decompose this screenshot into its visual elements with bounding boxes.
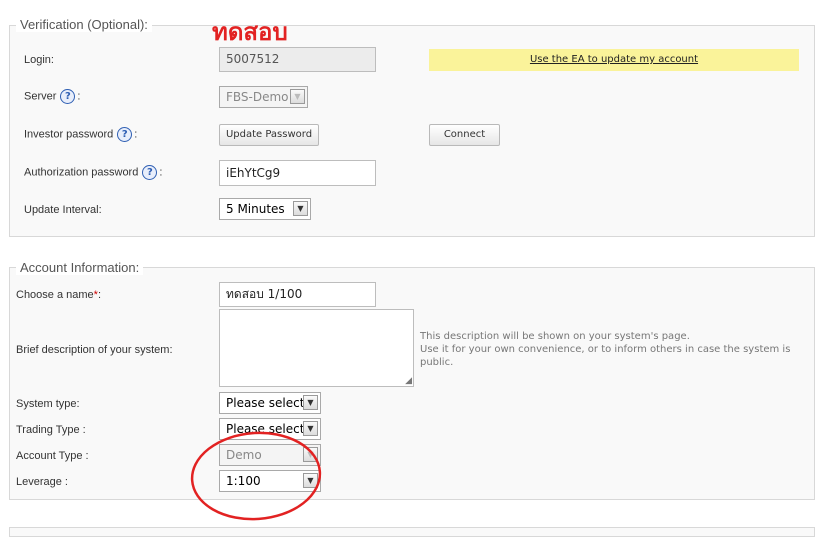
account-type-select: Demo ▼ [219,444,321,466]
update-interval-label: Update Interval: [24,204,102,216]
investor-help-icon[interactable]: ? [117,127,133,142]
authorization-password-label: Authorization password?: [24,165,162,180]
account-type-value: Demo [226,448,262,462]
authorization-password-field[interactable]: iEhYtCg9 [219,160,376,186]
server-help-icon[interactable]: ? [60,89,76,104]
name-label: Choose a name*: [16,288,101,302]
name-label-text: Choose a name [16,289,94,301]
server-label: Server?: [24,89,80,104]
server-label-text: Server [24,90,57,103]
chevron-down-icon: ▼ [303,447,318,462]
system-type-label: System type: [16,398,80,410]
trading-type-value: Please select [226,422,305,436]
update-password-button[interactable]: Update Password [219,124,319,146]
chevron-down-icon: ▼ [303,421,318,436]
annotation-text: ทดสอบ [212,17,288,46]
chevron-down-icon: ▼ [290,89,305,104]
resize-grip-icon[interactable]: ◢ [405,377,412,386]
system-type-value: Please select [226,396,305,410]
leverage-label: Leverage : [16,476,68,488]
chevron-down-icon: ▼ [293,201,308,216]
login-field: 5007512 [219,47,376,72]
name-label-colon: : [97,289,102,301]
investor-password-label: Investor password?: [24,127,137,142]
update-interval-select[interactable]: 5 Minutes ▼ [219,198,311,220]
update-account-notice: Use the EA to update my account [429,49,799,71]
description-textarea[interactable]: ◢ [219,309,414,387]
server-select: FBS-Demo ▼ [219,86,308,108]
investor-password-label-text: Investor password [24,128,114,141]
system-type-select[interactable]: Please select ▼ [219,392,321,414]
authorization-help-icon[interactable]: ? [142,165,158,180]
account-type-label: Account Type : [16,450,89,462]
authorization-password-label-colon: : [159,166,163,179]
description-hint-line-2: Use it for your own convenience, or to i… [420,344,791,355]
description-hint: This description will be shown on your s… [420,330,800,369]
description-label: Brief description of your system: [16,344,173,356]
chevron-down-icon: ▼ [303,395,318,410]
description-hint-line-3: public. [420,357,454,368]
use-ea-link[interactable]: Use the EA to update my account [530,54,698,65]
server-select-value: FBS-Demo [226,90,289,104]
server-label-colon: : [77,90,81,103]
trading-type-select[interactable]: Please select ▼ [219,418,321,440]
verification-legend: Verification (Optional): [16,17,152,32]
account-legend: Account Information: [16,260,144,275]
authorization-password-label-text: Authorization password [24,166,139,179]
login-label: Login: [24,54,54,66]
name-field[interactable]: ทดสอบ 1/100 [219,282,376,307]
trading-type-label: Trading Type : [16,424,86,436]
update-interval-value: 5 Minutes [226,202,285,216]
chevron-down-icon: ▼ [303,473,318,488]
description-hint-line-1: This description will be shown on your s… [420,331,690,342]
leverage-select[interactable]: 1:100 ▼ [219,470,321,492]
investor-password-label-colon: : [134,128,138,141]
leverage-value: 1:100 [226,474,261,488]
connect-button[interactable]: Connect [429,124,500,146]
